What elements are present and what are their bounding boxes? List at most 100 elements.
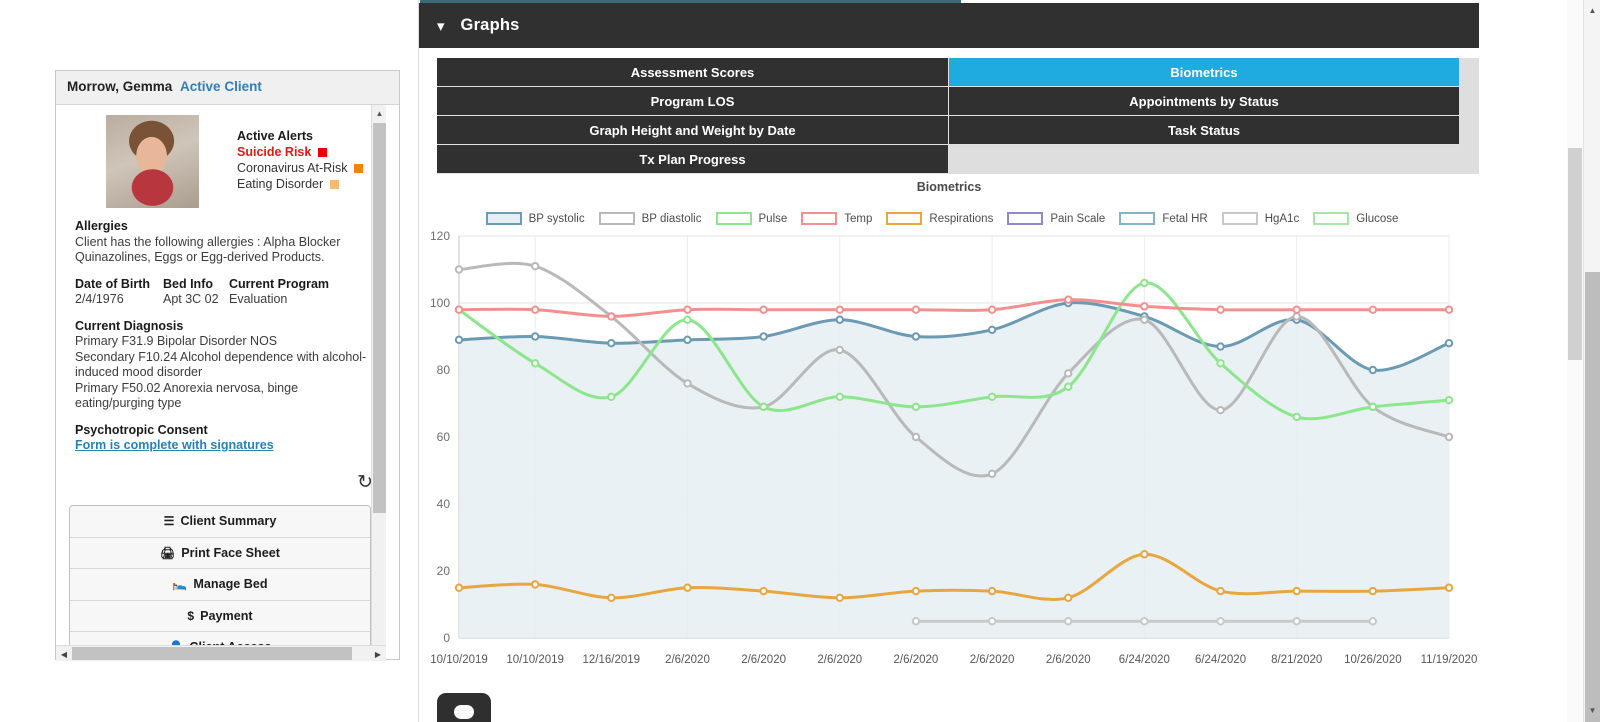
client-status[interactable]: Active Client (180, 79, 262, 94)
legend-swatch (886, 212, 923, 225)
print-face-sheet-button[interactable]: 🖨 Print Face Sheet (70, 537, 370, 569)
printer-icon: 🖨 (160, 545, 176, 560)
legend-item-pulse[interactable]: Pulse (715, 212, 788, 225)
diagnosis-line: Primary F50.02 Anorexia nervosa, binge e… (75, 380, 299, 411)
allergies-text: Client has the following allergies : Alp… (75, 234, 341, 265)
current-program-value: Evaluation (229, 292, 288, 306)
alert-item-coronavirus: Coronavirus At-Risk (237, 160, 363, 176)
legend-swatch (1221, 212, 1258, 225)
dob-value: 2/4/1976 (75, 292, 124, 306)
graphs-panel-header: ▾ Graphs (419, 3, 1479, 48)
client-action-buttons: ☰ Client Summary 🖨 Print Face Sheet 🛌 Manag… (69, 505, 371, 661)
y-axis-tick-label: 100 (430, 296, 450, 310)
toggle-icon (454, 705, 474, 719)
consent-form-link[interactable]: Form is complete with signatures (75, 438, 274, 454)
legend-swatch (715, 212, 752, 225)
button-label: Manage Bed (193, 577, 268, 591)
bed-icon: 🛌 (172, 577, 188, 591)
scrollbar-thumb[interactable] (1568, 148, 1582, 360)
page-vertical-scrollbar[interactable]: ▲ ▼ (1583, 0, 1600, 722)
diagnosis-line: Primary F31.9 Bipolar Disorder NOS (75, 334, 278, 348)
x-axis-tick-label: 6/24/2020 (1195, 654, 1246, 666)
button-label: Client Summary (180, 514, 277, 528)
tab-program-los[interactable]: Program LOS (437, 87, 948, 116)
panel-title: Graphs (460, 16, 520, 34)
legend-item-fetal-hr[interactable]: Fetal HR (1119, 212, 1208, 225)
diagnosis-block: Current Diagnosis Primary F31.9 Bipolar … (56, 319, 386, 412)
tab-task-status[interactable]: Task Status (949, 116, 1459, 145)
legend-label: Pulse (758, 212, 788, 225)
diagnosis-title: Current Diagnosis (75, 318, 184, 333)
legend-label: Pain Scale (1050, 212, 1106, 225)
pane-vertical-scrollbar[interactable] (1567, 0, 1583, 722)
legend-item-pain-scale[interactable]: Pain Scale (1007, 212, 1105, 225)
scroll-up-arrow-icon[interactable]: ▲ (1584, 2, 1600, 18)
tab-tx-plan-progress[interactable]: Tx Plan Progress (437, 145, 948, 174)
client-summary-button[interactable]: ☰ Client Summary (70, 506, 370, 538)
legend-label: Fetal HR (1162, 212, 1208, 225)
allergies-block: Allergies Client has the following aller… (56, 219, 386, 266)
y-axis-tick-label: 0 (443, 631, 450, 645)
tab-biometrics[interactable]: Biometrics (949, 58, 1459, 87)
chevron-down-icon[interactable]: ▾ (437, 17, 445, 35)
graph-options-button[interactable] (437, 693, 491, 722)
allergies-title: Allergies (75, 219, 128, 233)
scrollbar-thumb[interactable] (72, 647, 352, 660)
alert-item-suicide-risk: Suicide Risk (237, 144, 363, 160)
alert-severity-swatch (329, 180, 339, 189)
x-axis-tick-label: 2/6/2020 (741, 654, 786, 666)
graphs-panel: ▾ Graphs Assessment Scores Biometrics Pr… (418, 0, 1538, 722)
scroll-down-arrow-icon[interactable]: ▼ (1584, 702, 1600, 718)
dob-label: Date of Birth (75, 276, 150, 291)
legend-item-hga1c[interactable]: HgA1c (1221, 212, 1299, 225)
active-alerts-title: Active Alerts (237, 129, 313, 143)
scrollbar-thumb[interactable] (1585, 272, 1600, 722)
legend-label: Temp (844, 212, 873, 225)
chart-title: Biometrics (916, 180, 982, 194)
legend-item-bp-systolic[interactable]: BP systolic (485, 212, 585, 225)
biometrics-line-chart: 0 20 40 60 80 100 120 10/10/2019 10/10/2019 12/16… (430, 229, 1477, 666)
scroll-up-arrow-icon[interactable]: ▲ (372, 105, 386, 121)
legend-item-glucose[interactable]: Glucose (1313, 212, 1398, 225)
x-axis-tick-label: 10/10/2019 (506, 654, 564, 666)
alert-label: Coronavirus At-Risk (237, 161, 348, 175)
legend-swatch (1119, 212, 1156, 225)
y-axis-tick-label: 40 (437, 497, 451, 511)
x-axis-tick-label: 2/6/2020 (894, 654, 939, 666)
bed-info-label: Bed Info (163, 276, 213, 291)
scroll-right-arrow-icon[interactable]: ▶ (370, 646, 386, 661)
scroll-left-arrow-icon[interactable]: ◀ (56, 646, 72, 661)
diagnosis-line: Secondary F10.24 Alcohol dependence with… (75, 349, 367, 380)
x-axis-tick-label: 10/10/2019 (430, 654, 488, 666)
manage-bed-button[interactable]: 🛌 Manage Bed (70, 569, 370, 601)
alert-label: Eating Disorder (237, 177, 324, 191)
legend-item-respirations[interactable]: Respirations (886, 212, 993, 225)
button-label: Payment (200, 608, 253, 623)
legend-swatch (485, 212, 522, 225)
tab-appointments-by-status[interactable]: Appointments by Status (949, 87, 1459, 116)
legend-swatch (1007, 212, 1044, 225)
legend-label: Respirations (929, 212, 994, 225)
scrollbar-thumb[interactable] (373, 123, 386, 513)
x-axis-tick-label: 2/6/2020 (1046, 654, 1091, 666)
payment-button[interactable]: $ Payment (70, 600, 370, 632)
chart-legend: BP systolic BP diastolic Pulse Temp Respirat… (419, 212, 1479, 225)
legend-item-bp-diastolic[interactable]: BP diastolic (598, 212, 702, 225)
x-axis-tick-label: 10/26/2020 (1344, 654, 1402, 666)
tab-graph-height-weight[interactable]: Graph Height and Weight by Date (437, 116, 948, 145)
legend-item-temp[interactable]: Temp (801, 212, 872, 225)
photo-and-alerts-row: Active Alerts Suicide Risk Coronavirus A… (56, 105, 386, 208)
client-info-card: Morrow, Gemma Active Client Active Alert… (55, 70, 400, 661)
client-card-body: Active Alerts Suicide Risk Coronavirus A… (56, 105, 386, 661)
card-vertical-scrollbar[interactable]: ▲ ▼ (371, 105, 386, 661)
alert-label: Suicide Risk (237, 145, 312, 159)
chart-plot-area: 0 20 40 60 80 100 120 10/10/2019 10/10/2019 12/16… (419, 228, 1479, 668)
legend-swatch (801, 212, 838, 225)
alert-severity-swatch (317, 148, 327, 157)
button-label: Print Face Sheet (181, 545, 280, 560)
y-axis-tick-label: 20 (437, 564, 451, 578)
tab-assessment-scores[interactable]: Assessment Scores (437, 58, 948, 87)
legend-label: Glucose (1356, 212, 1399, 225)
dollar-icon: $ (187, 608, 195, 623)
card-horizontal-scrollbar[interactable]: ◀ ▶ (56, 645, 386, 661)
